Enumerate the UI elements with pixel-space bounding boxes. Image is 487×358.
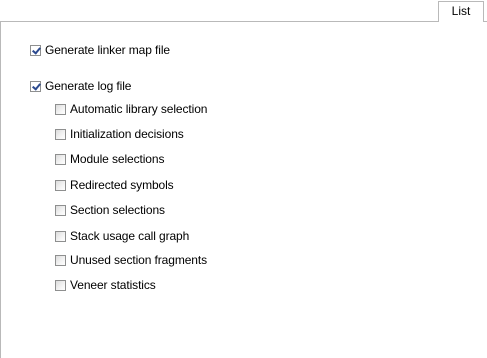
log-unused-section-fragments-label: Unused section fragments: [70, 253, 208, 267]
generate-log-file-checkbox[interactable]: [30, 80, 41, 92]
log-stack-usage-call-graph-option[interactable]: Stack usage call graph: [55, 228, 189, 244]
log-redirected-symbols-label: Redirected symbols: [70, 178, 174, 192]
tab-strip: List: [0, 0, 487, 22]
generate-linker-map-checkbox[interactable]: [30, 44, 41, 56]
log-automatic-library-selection-checkbox[interactable]: [55, 103, 66, 115]
generate-log-file-label: Generate log file: [45, 79, 132, 93]
generate-log-file-option[interactable]: Generate log file: [30, 78, 131, 94]
log-veneer-statistics-option[interactable]: Veneer statistics: [55, 277, 156, 293]
log-stack-usage-call-graph-checkbox[interactable]: [55, 230, 66, 242]
log-veneer-statistics-label: Veneer statistics: [70, 278, 156, 292]
log-module-selections-checkbox[interactable]: [55, 153, 66, 165]
log-automatic-library-selection-option[interactable]: Automatic library selection: [55, 101, 207, 117]
linker-list-options-page: List Generate linker map file Generate l…: [0, 0, 487, 358]
list-options-panel: Generate linker map file Generate log fi…: [0, 21, 487, 358]
log-section-selections-option[interactable]: Section selections: [55, 202, 165, 218]
log-initialization-decisions-option[interactable]: Initialization decisions: [55, 126, 184, 142]
generate-linker-map-option[interactable]: Generate linker map file: [30, 42, 170, 58]
log-veneer-statistics-checkbox[interactable]: [55, 279, 66, 291]
log-automatic-library-selection-label: Automatic library selection: [70, 102, 208, 116]
log-initialization-decisions-label: Initialization decisions: [70, 127, 184, 141]
log-initialization-decisions-checkbox[interactable]: [55, 128, 66, 140]
log-module-selections-option[interactable]: Module selections: [55, 151, 164, 167]
log-section-selections-checkbox[interactable]: [55, 204, 66, 216]
log-stack-usage-call-graph-label: Stack usage call graph: [70, 229, 190, 243]
log-unused-section-fragments-checkbox[interactable]: [55, 254, 66, 266]
log-redirected-symbols-option[interactable]: Redirected symbols: [55, 177, 174, 193]
log-module-selections-label: Module selections: [70, 152, 165, 166]
log-unused-section-fragments-option[interactable]: Unused section fragments: [55, 252, 207, 268]
log-section-selections-label: Section selections: [70, 203, 165, 217]
tab-list[interactable]: List: [438, 1, 484, 22]
log-redirected-symbols-checkbox[interactable]: [55, 179, 66, 191]
generate-linker-map-label: Generate linker map file: [45, 43, 170, 57]
